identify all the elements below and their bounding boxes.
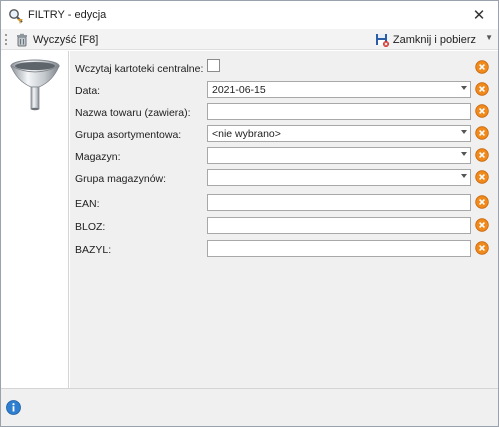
close-window-button[interactable]: ✕	[468, 5, 490, 27]
row-assortment-group: Grupa asortymentowa: <nie wybrano>	[70, 125, 498, 145]
dropdown-arrow-icon[interactable]	[461, 174, 467, 178]
dropdown-arrow-icon[interactable]	[461, 86, 467, 90]
close-and-fetch-button[interactable]: Zamknij i pobierz	[375, 30, 476, 49]
status-bar	[1, 388, 498, 426]
product-name-label: Nazwa towaru (zawiera):	[75, 107, 191, 119]
close-icon: ✕	[472, 7, 486, 24]
funnel-icon	[10, 59, 60, 111]
clear-field-icon[interactable]	[475, 218, 489, 232]
trash-icon	[17, 33, 27, 46]
clear-field-icon[interactable]	[475, 104, 489, 118]
row-product-name: Nazwa towaru (zawiera):	[70, 103, 498, 123]
save-close-icon	[375, 33, 389, 47]
assortment-group-value: <nie wybrano>	[212, 128, 281, 140]
clear-field-icon[interactable]	[475, 126, 489, 140]
toolbar-grip-icon[interactable]	[5, 34, 7, 45]
central-files-label: Wczytaj kartoteki centralne:	[75, 63, 204, 75]
warehouse-select[interactable]	[207, 147, 471, 164]
product-name-input[interactable]	[207, 103, 471, 120]
central-files-checkbox[interactable]	[207, 59, 220, 72]
bloz-label: BLOZ:	[75, 221, 106, 233]
dropdown-arrow-icon[interactable]	[461, 130, 467, 134]
row-warehouse: Magazyn:	[70, 147, 498, 167]
bazyl-input[interactable]	[207, 240, 471, 257]
row-bloz: BLOZ:	[70, 217, 498, 237]
date-label: Data:	[75, 85, 101, 97]
search-filter-icon	[8, 8, 24, 24]
assortment-group-select[interactable]: <nie wybrano>	[207, 125, 471, 142]
clear-field-icon[interactable]	[475, 148, 489, 162]
row-ean: EAN:	[70, 194, 498, 214]
bazyl-label: BAZYL:	[75, 244, 112, 256]
filter-form: Wczytaj kartoteki centralne: Data: 2021-…	[70, 51, 498, 388]
date-value: 2021-06-15	[212, 84, 266, 96]
ean-input[interactable]	[207, 194, 471, 211]
close-and-fetch-label: Zamknij i pobierz	[392, 33, 476, 46]
window-title: FILTRY - edycja	[28, 9, 107, 21]
side-image-pane	[1, 51, 69, 388]
clear-field-icon[interactable]	[475, 195, 489, 209]
date-picker[interactable]: 2021-06-15	[207, 81, 471, 98]
clear-button[interactable]: Wyczyść [F8]	[15, 30, 98, 49]
dropdown-arrow-icon[interactable]	[461, 152, 467, 156]
row-warehouse-group: Grupa magazynów:	[70, 169, 498, 189]
clear-field-icon[interactable]	[475, 60, 489, 74]
assortment-group-label: Grupa asortymentowa:	[75, 129, 182, 141]
row-date: Data: 2021-06-15	[70, 81, 498, 101]
warehouse-group-label: Grupa magazynów:	[75, 173, 167, 185]
bloz-input[interactable]	[207, 217, 471, 234]
row-central-files: Wczytaj kartoteki centralne:	[70, 59, 498, 79]
clear-button-label: Wyczyść [F8]	[33, 33, 99, 46]
filter-edit-window: FILTRY - edycja ✕ Wyczyść [F8] Zamknij i…	[0, 0, 499, 427]
clear-field-icon[interactable]	[475, 170, 489, 184]
clear-field-icon[interactable]	[475, 82, 489, 96]
toolbar-options-chevron-icon[interactable]: ▼	[485, 33, 493, 42]
info-icon[interactable]	[6, 400, 21, 415]
ean-label: EAN:	[75, 198, 100, 210]
title-bar: FILTRY - edycja ✕	[1, 1, 498, 29]
toolbar: Wyczyść [F8] Zamknij i pobierz ▼	[1, 29, 498, 50]
clear-field-icon[interactable]	[475, 241, 489, 255]
warehouse-group-select[interactable]	[207, 169, 471, 186]
row-bazyl: BAZYL:	[70, 240, 498, 260]
warehouse-label: Magazyn:	[75, 151, 121, 163]
